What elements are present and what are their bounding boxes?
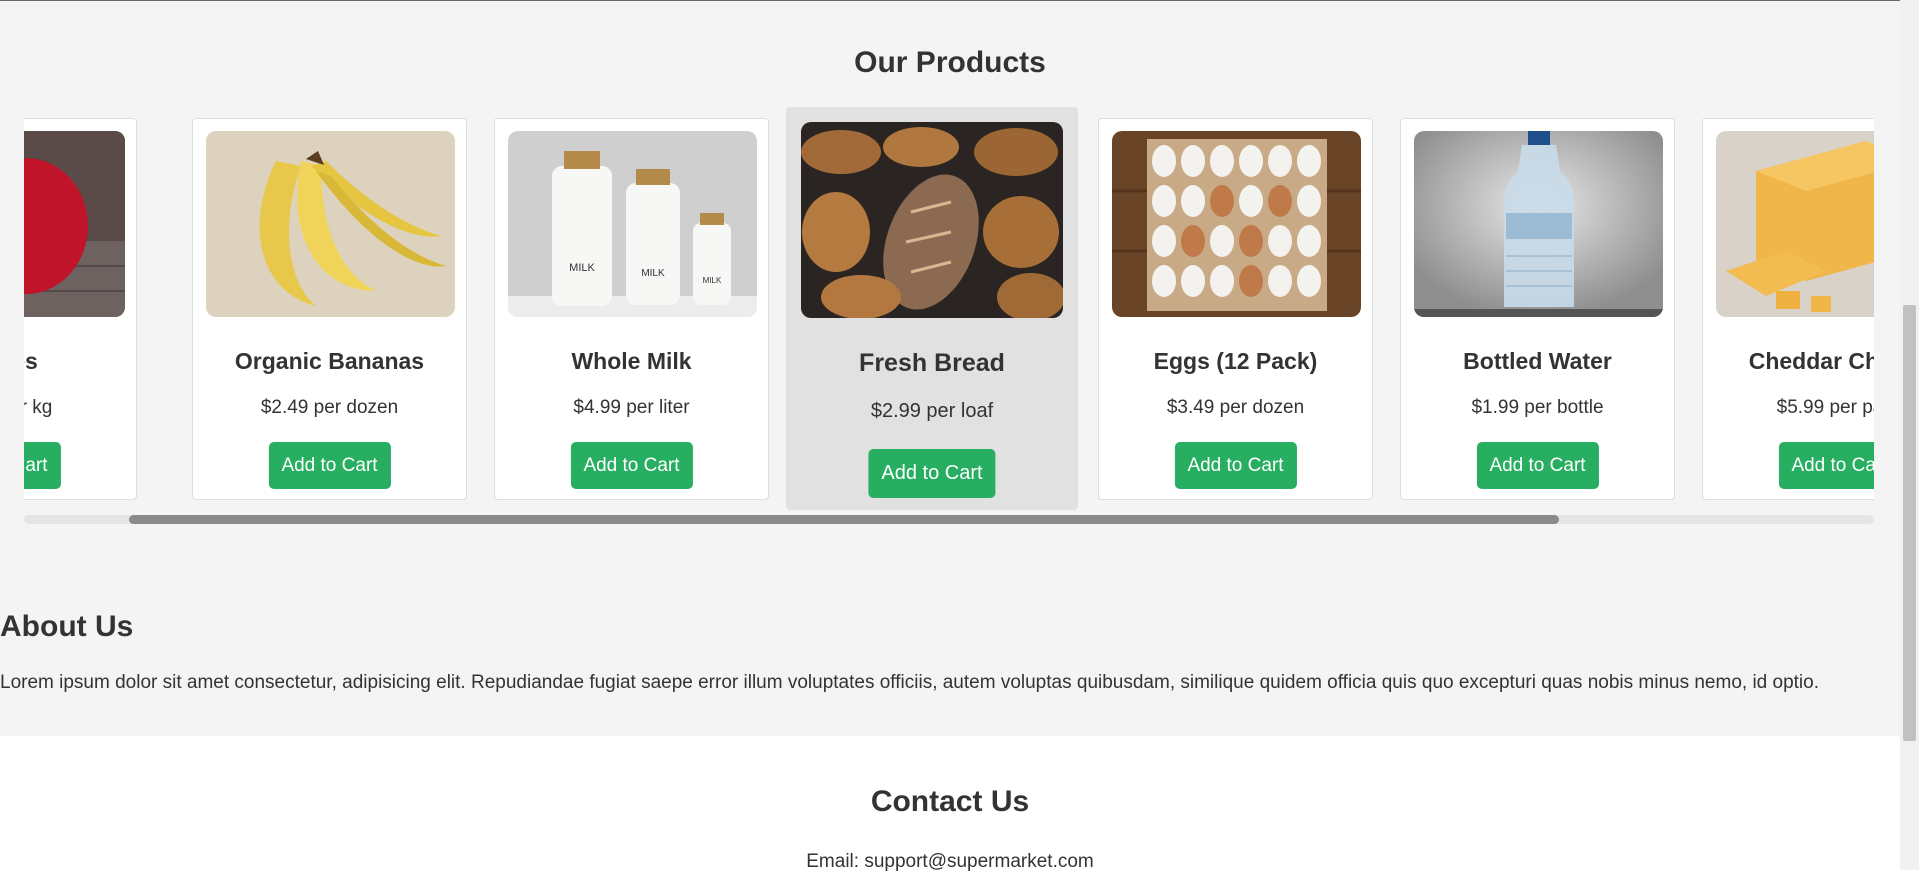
- about-title: About Us: [0, 610, 134, 643]
- about-text: Lorem ipsum dolor sit amet consectetur, …: [0, 672, 1819, 693]
- egg: [1152, 145, 1176, 177]
- egg: [1239, 265, 1263, 297]
- add-to-cart-button[interactable]: Add to Cart: [1476, 442, 1599, 489]
- egg: [1239, 145, 1263, 177]
- product-card-milk[interactable]: MILK MILK MILK Whole Milk $4.99 per lite…: [494, 118, 769, 500]
- egg: [1152, 225, 1176, 257]
- product-price: $5.99 per pack: [1776, 397, 1874, 418]
- products-section: Our Products Apples $1.99 per kg Add to …: [0, 1, 1900, 736]
- svg-text:MILK: MILK: [641, 268, 665, 279]
- product-card-apples[interactable]: Apples $1.99 per kg Add to Cart: [24, 118, 137, 500]
- carousel-scrollbar[interactable]: [24, 515, 1874, 524]
- product-carousel[interactable]: Apples $1.99 per kg Add to Cart Organic …: [24, 106, 1874, 516]
- milk-image: MILK MILK MILK: [508, 131, 757, 317]
- eggs-image: [1112, 131, 1361, 317]
- egg: [1210, 185, 1234, 217]
- product-name: Fresh Bread: [859, 349, 1005, 377]
- products-title: Our Products: [854, 46, 1046, 79]
- add-to-cart-button[interactable]: Add to Cart: [570, 442, 693, 489]
- egg: [1239, 185, 1263, 217]
- product-card-water[interactable]: Bottled Water $1.99 per bottle Add to Ca…: [1400, 118, 1675, 500]
- product-card-cheddar[interactable]: Cheddar Cheese $5.99 per pack Add to Car…: [1702, 118, 1874, 500]
- product-card-eggs[interactable]: Eggs (12 Pack) $3.49 per dozen Add to Ca…: [1098, 118, 1373, 500]
- egg: [1181, 145, 1205, 177]
- carousel-scrollbar-thumb[interactable]: [129, 515, 1559, 524]
- product-price: $2.49 per dozen: [260, 397, 399, 418]
- product-price: $2.99 per loaf: [870, 400, 994, 422]
- add-to-cart-button[interactable]: Add to Cart: [868, 449, 996, 498]
- bread-image: [801, 122, 1063, 318]
- egg: [1181, 225, 1205, 257]
- svg-text:MILK: MILK: [569, 262, 595, 274]
- product-name: Eggs (12 Pack): [1153, 348, 1318, 374]
- product-name: Apples: [24, 348, 38, 374]
- water-bottle-image: [1414, 131, 1663, 317]
- add-to-cart-button[interactable]: Add to Cart: [1174, 442, 1297, 489]
- egg: [1268, 265, 1292, 297]
- product-price: $1.99 per bottle: [1471, 397, 1604, 418]
- product-name: Bottled Water: [1463, 348, 1612, 374]
- page-scrollbar[interactable]: [1900, 0, 1919, 870]
- egg: [1152, 185, 1176, 217]
- egg: [1268, 185, 1292, 217]
- egg: [1297, 145, 1321, 177]
- egg: [1297, 225, 1321, 257]
- egg: [1152, 265, 1176, 297]
- contact-title: Contact Us: [870, 785, 1030, 818]
- egg: [1297, 185, 1321, 217]
- add-to-cart-button[interactable]: Add to Cart: [24, 442, 61, 489]
- egg: [1268, 225, 1292, 257]
- cheddar-image: [1716, 131, 1874, 317]
- add-to-cart-button[interactable]: Add to Cart: [268, 442, 391, 489]
- egg: [1181, 265, 1205, 297]
- egg: [1210, 145, 1234, 177]
- product-card-bread[interactable]: Fresh Bread $2.99 per loaf Add to Cart: [786, 107, 1078, 510]
- product-name: Organic Bananas: [234, 348, 425, 374]
- product-price: $4.99 per liter: [573, 397, 690, 418]
- product-card-bananas[interactable]: Organic Bananas $2.49 per dozen Add to C…: [192, 118, 467, 500]
- svg-text:MILK: MILK: [703, 276, 722, 285]
- egg: [1181, 185, 1205, 217]
- product-name: Cheddar Cheese: [1748, 348, 1874, 374]
- banana-image: [206, 131, 455, 317]
- egg: [1268, 145, 1292, 177]
- egg: [1210, 265, 1234, 297]
- egg: [1210, 225, 1234, 257]
- egg: [1297, 265, 1321, 297]
- product-name: Whole Milk: [571, 348, 692, 374]
- product-price: $3.49 per dozen: [1166, 397, 1305, 418]
- page-scrollbar-thumb[interactable]: [1903, 305, 1916, 741]
- product-price: $1.99 per kg: [24, 397, 53, 418]
- egg: [1239, 225, 1263, 257]
- apple-image: [24, 131, 125, 317]
- add-to-cart-button[interactable]: Add to Cart: [1778, 442, 1874, 489]
